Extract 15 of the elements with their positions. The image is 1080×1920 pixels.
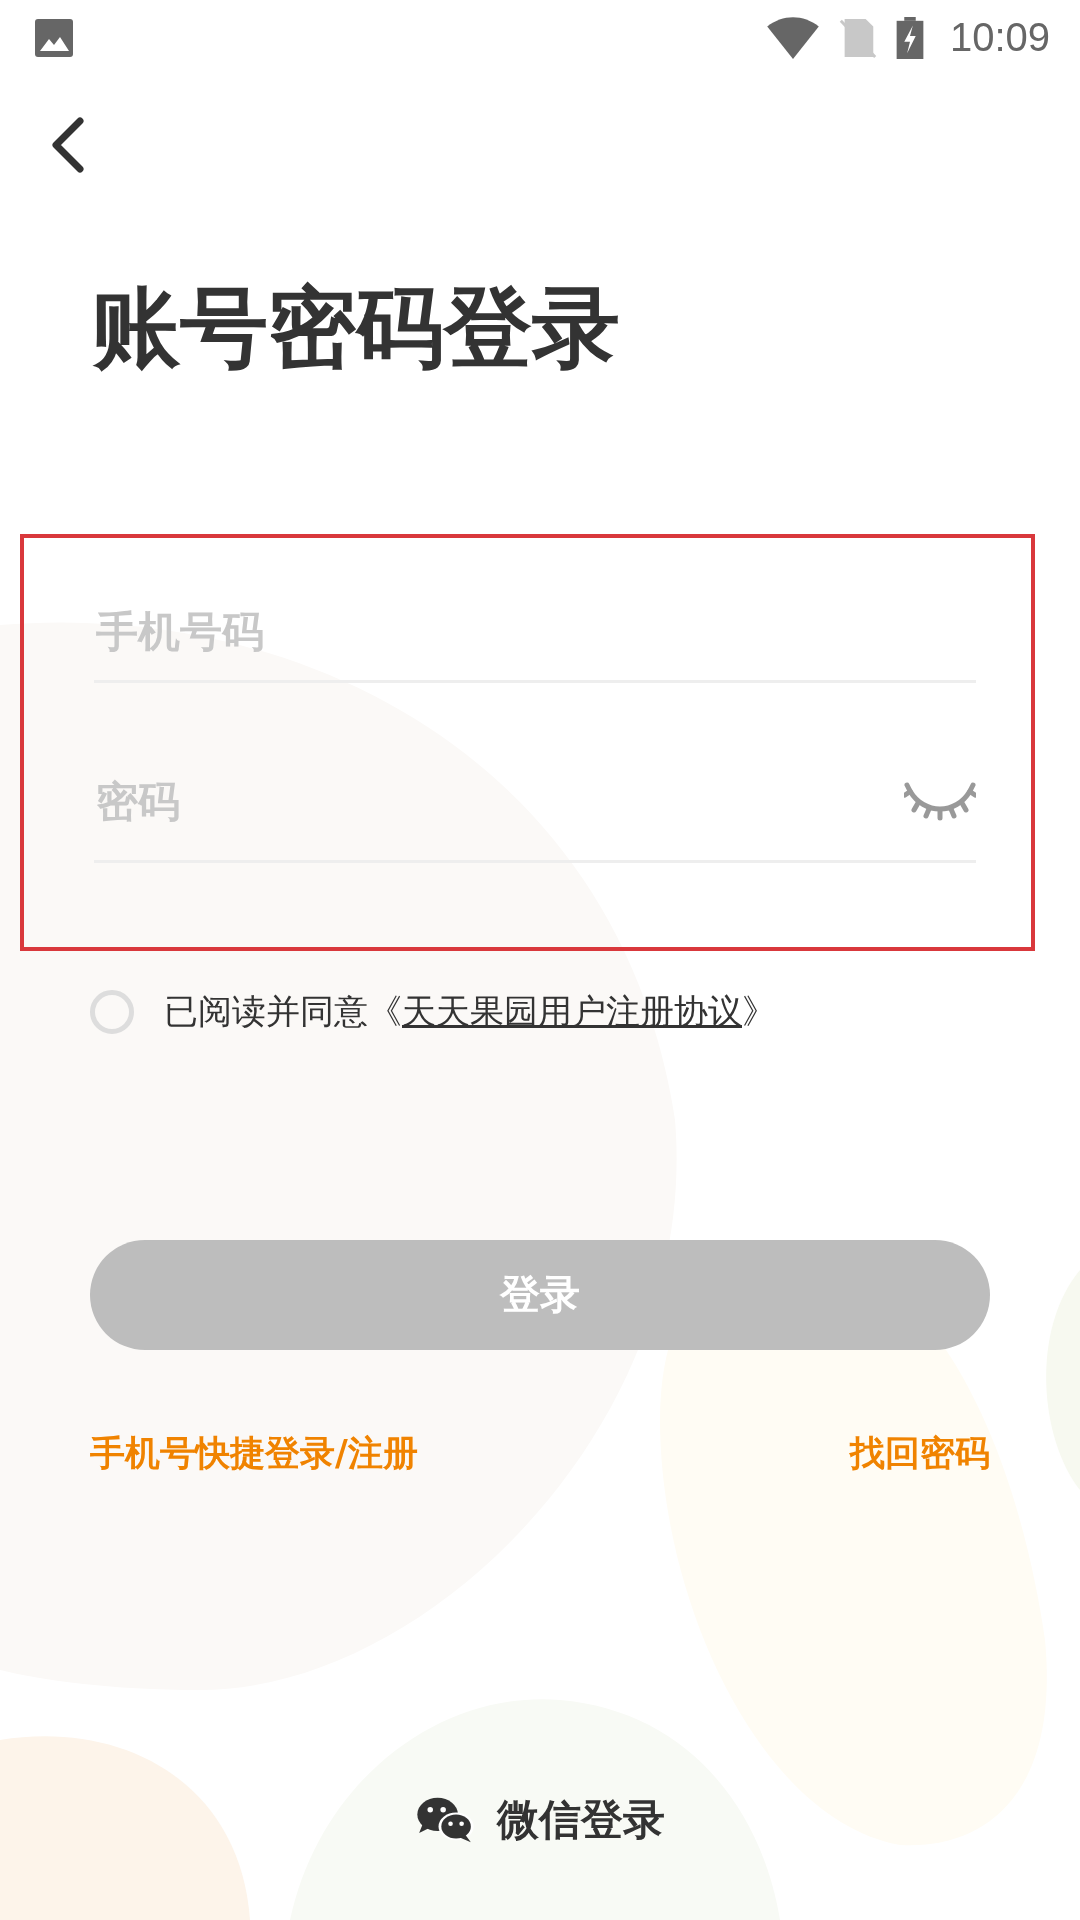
- battery-charging-icon: [895, 16, 924, 59]
- status-time: 10:09: [949, 15, 1050, 60]
- no-sim-icon: [837, 16, 878, 59]
- image-icon: [35, 18, 73, 57]
- quick-login-link[interactable]: 手机号快捷登录/注册: [90, 1429, 418, 1477]
- page-title: 账号密码登录: [92, 275, 621, 381]
- recover-password-link[interactable]: 找回密码: [850, 1429, 990, 1477]
- wifi-icon: [765, 16, 820, 59]
- agreement-text: 已阅读并同意《天天果园用户注册协议》: [164, 989, 776, 1033]
- back-icon[interactable]: [50, 117, 84, 173]
- eye-closed-icon[interactable]: [904, 781, 976, 822]
- agreement-link[interactable]: 天天果园用户注册协议: [402, 990, 742, 1031]
- agreement-checkbox[interactable]: [90, 989, 134, 1034]
- wechat-icon[interactable]: [415, 1795, 475, 1844]
- wechat-login-label[interactable]: 微信登录: [497, 1791, 665, 1848]
